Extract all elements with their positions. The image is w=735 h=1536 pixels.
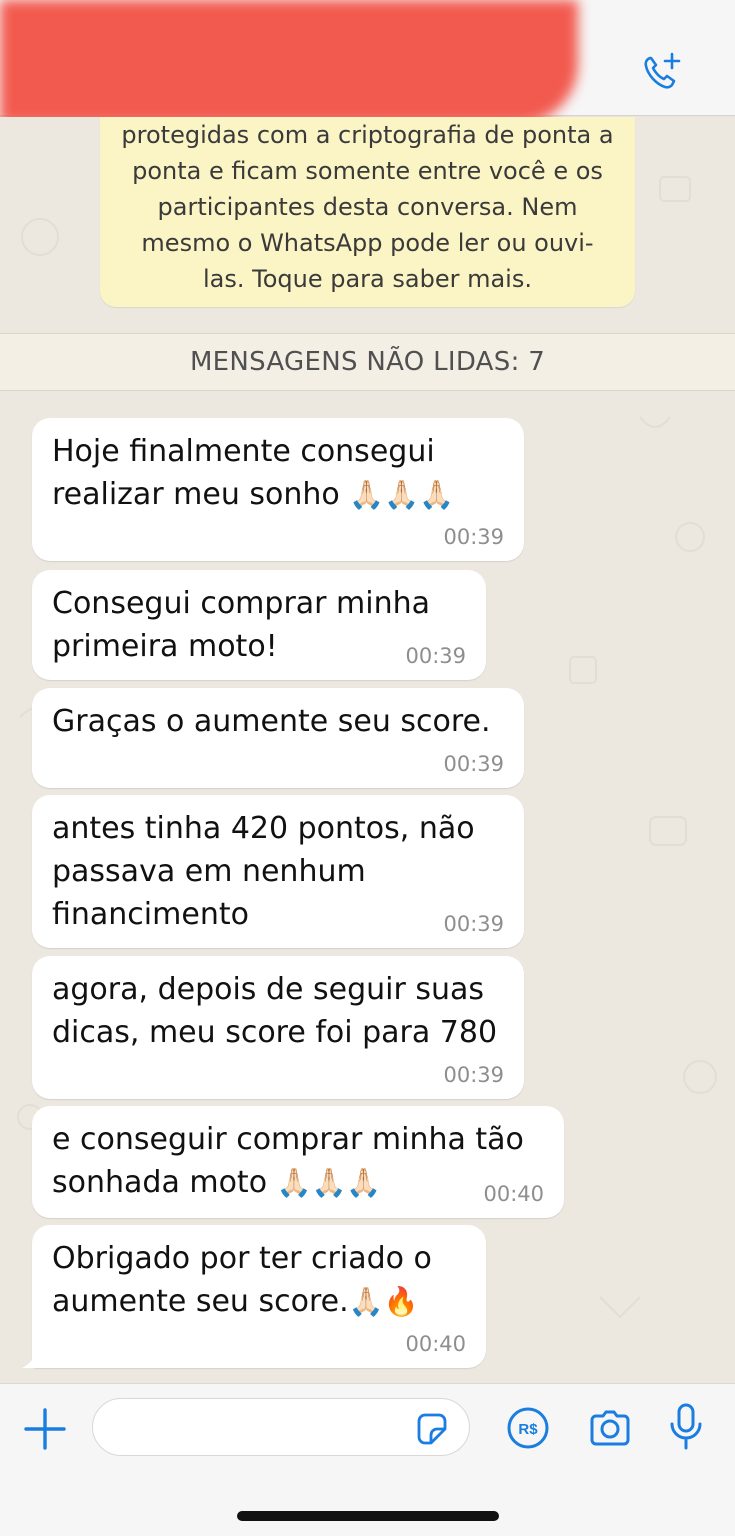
bubble-tail xyxy=(22,1350,44,1368)
message-text-line: agora, depois de seguir suas xyxy=(52,972,485,1007)
message-text-line: realizar meu sonho xyxy=(52,477,340,512)
encryption-line: protegidas com a criptografia de ponta a xyxy=(121,121,614,149)
encryption-line: las. Toque para saber mais. xyxy=(203,265,532,293)
message-bubble[interactable]: Obrigado por ter criado o aumente seu sc… xyxy=(22,1225,486,1368)
sticker-button[interactable] xyxy=(413,1411,449,1447)
message-bubble[interactable]: antes tinha 420 pontos, não passava em n… xyxy=(32,795,524,948)
emoji: 🙏🏻🙏🏻🙏🏻 xyxy=(276,1166,382,1199)
message-bubble[interactable]: agora, depois de seguir suas dicas, meu … xyxy=(32,956,524,1099)
microphone-button[interactable] xyxy=(664,1402,708,1452)
attach-button[interactable] xyxy=(22,1406,68,1452)
message-composer: R$ xyxy=(0,1383,735,1536)
redacted-contact-name xyxy=(0,0,578,124)
message-timestamp: 00:39 xyxy=(443,1063,504,1087)
chat-area[interactable]: protegidas com a criptografia de ponta a… xyxy=(0,117,735,1383)
svg-text:R$: R$ xyxy=(518,1421,538,1438)
encryption-line: ponta e ficam somente entre você e os xyxy=(132,157,603,185)
message-timestamp: 00:40 xyxy=(405,1332,466,1356)
message-timestamp: 00:39 xyxy=(405,644,466,668)
encryption-notice[interactable]: protegidas com a criptografia de ponta a… xyxy=(100,117,635,307)
message-bubble[interactable]: Hoje finalmente consegui realizar meu so… xyxy=(32,418,524,561)
message-bubble[interactable]: e conseguir comprar minha tão sonhada mo… xyxy=(32,1106,564,1218)
payment-button[interactable]: R$ xyxy=(506,1406,550,1450)
emoji: 🙏🏻🙏🏻🙏🏻 xyxy=(349,478,454,511)
message-text-line: Consegui comprar minha xyxy=(52,586,431,621)
message-text-line: passava em nenhum xyxy=(52,854,366,889)
chat-header xyxy=(0,0,735,124)
home-indicator xyxy=(237,1511,499,1521)
microphone-icon xyxy=(670,1403,702,1450)
message-text-line: antes tinha 420 pontos, não xyxy=(52,811,475,846)
sticker-icon xyxy=(417,1413,447,1445)
message-timestamp: 00:40 xyxy=(483,1182,544,1206)
plus-icon xyxy=(24,1408,66,1450)
message-timestamp: 00:39 xyxy=(443,912,504,936)
camera-icon xyxy=(590,1410,630,1446)
encryption-line: participantes desta conversa. Nem xyxy=(157,193,578,221)
message-text-line: Graças o aumente seu score. xyxy=(52,704,491,739)
message-text-line: primeira moto! xyxy=(52,629,278,664)
add-call-button[interactable] xyxy=(634,44,690,100)
message-text-line: Hoje finalmente consegui xyxy=(52,434,435,469)
message-text-line: Obrigado por ter criado o xyxy=(52,1241,432,1276)
camera-button[interactable] xyxy=(586,1406,634,1450)
message-timestamp: 00:39 xyxy=(443,525,504,549)
message-text-line: e conseguir comprar minha tão xyxy=(52,1122,524,1157)
message-input[interactable] xyxy=(92,1398,470,1456)
emoji: 🙏🏻🔥 xyxy=(348,1285,419,1318)
message-timestamp: 00:39 xyxy=(443,752,504,776)
phone-plus-icon xyxy=(644,52,681,89)
unread-messages-divider: MENSAGENS NÃO LIDAS: 7 xyxy=(0,333,735,391)
message-text-line: aumente seu score. xyxy=(52,1284,349,1319)
message-text-line: financimento xyxy=(52,897,249,932)
message-bubble[interactable]: Graças o aumente seu score. 00:39 xyxy=(32,688,524,788)
message-bubble[interactable]: Consegui comprar minha primeira moto! 00… xyxy=(32,570,486,680)
message-text-line: dicas, meu score foi para 780 xyxy=(52,1015,498,1050)
message-text-line: sonhada moto xyxy=(52,1165,268,1200)
encryption-line: mesmo o WhatsApp pode ler ou ouvi- xyxy=(141,229,594,257)
payment-icon: R$ xyxy=(507,1407,549,1449)
